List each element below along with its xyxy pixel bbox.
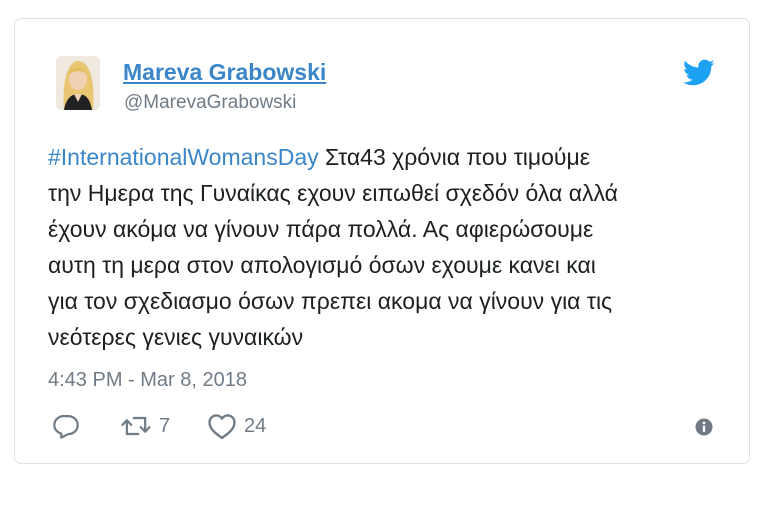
tweet-line: νεότερες γενιες γυναικών [48, 324, 304, 350]
hashtag-link[interactable]: #InternationalWomansDay [48, 144, 319, 170]
tweet-line: την Ημερα της Γυναίκας εχουν ειπωθεί σχε… [48, 180, 618, 206]
tweet-card: Mareva Grabowski @MarevaGrabowski #Inter… [14, 18, 750, 464]
retweet-button[interactable]: 7 [120, 411, 170, 441]
info-icon[interactable] [695, 418, 713, 436]
tweet-line: έχουν ακόμα να γίνουν πάρα πολλά. Ας αφι… [48, 216, 594, 242]
tweet-timestamp[interactable]: 4:43 PM - Mar 8, 2018 [48, 369, 247, 392]
tweet-line: #InternationalWomansDay Στα43 χρόνια που… [48, 139, 728, 175]
tweet-line-text: Στα43 χρόνια που τιμούμε [318, 144, 591, 170]
twitter-bird-icon[interactable] [683, 59, 715, 87]
tweet-text: #InternationalWomansDay Στα43 χρόνια που… [48, 139, 728, 355]
retweet-icon [120, 412, 152, 440]
author-display-name[interactable]: Mareva Grabowski [123, 59, 326, 86]
like-count: 24 [244, 414, 267, 437]
author-handle[interactable]: @MarevaGrabowski [124, 92, 296, 114]
tweet-line: αυτη τη μερα στον απολογισμό όσων εχουμε… [48, 252, 596, 278]
like-button[interactable]: 24 [207, 411, 266, 441]
profile-photo-icon [56, 56, 100, 110]
tweet-line: για τον σχεδιασμο όσων πρεπει ακομα να γ… [48, 288, 613, 314]
retweet-count: 7 [159, 414, 171, 437]
avatar[interactable] [56, 56, 100, 110]
reply-bubble-icon [52, 412, 80, 440]
reply-button[interactable] [52, 411, 80, 441]
heart-icon [207, 412, 237, 440]
